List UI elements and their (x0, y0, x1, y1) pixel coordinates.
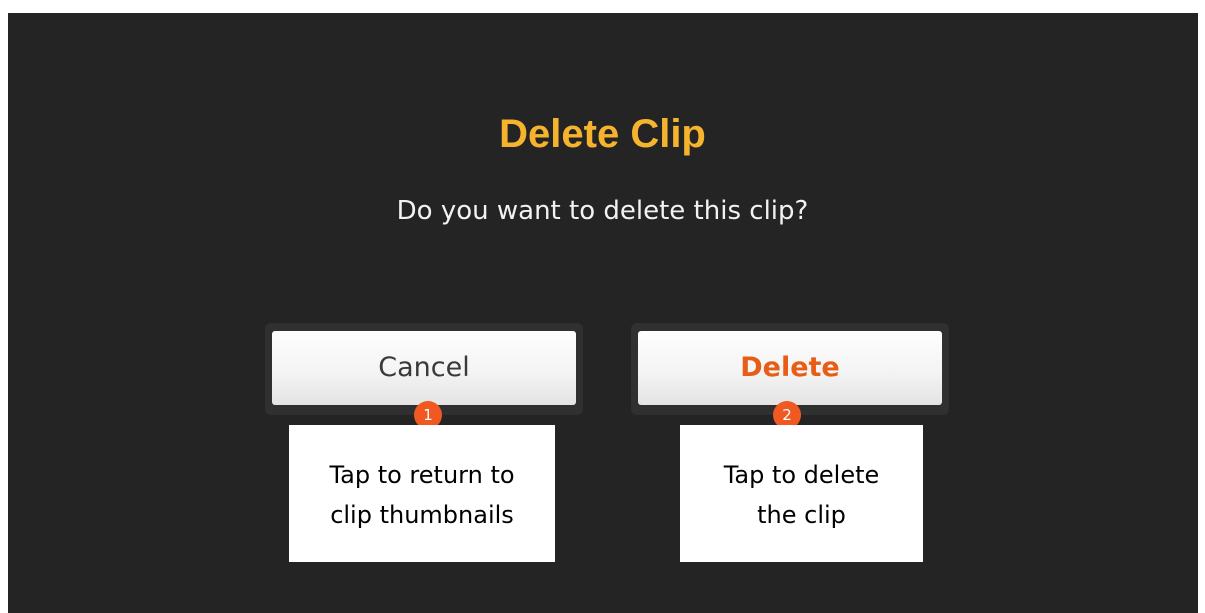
callout-delete-line-2: the clip (757, 501, 846, 529)
delete-clip-screen (8, 13, 1198, 613)
callout-cancel: Tap to return to clip thumbnails (289, 425, 555, 562)
callout-delete-line-1: Tap to delete (723, 461, 880, 489)
callout-delete: Tap to delete the clip (680, 425, 923, 562)
callout-cancel-line-1: Tap to return to (329, 461, 515, 489)
dialog-title: Delete Clip (499, 112, 706, 156)
cancel-button[interactable]: Cancel (272, 331, 576, 405)
dialog-message: Do you want to delete this clip? (396, 196, 809, 226)
callout-cancel-line-2: clip thumbnails (330, 501, 514, 529)
delete-button[interactable]: Delete (638, 331, 942, 405)
